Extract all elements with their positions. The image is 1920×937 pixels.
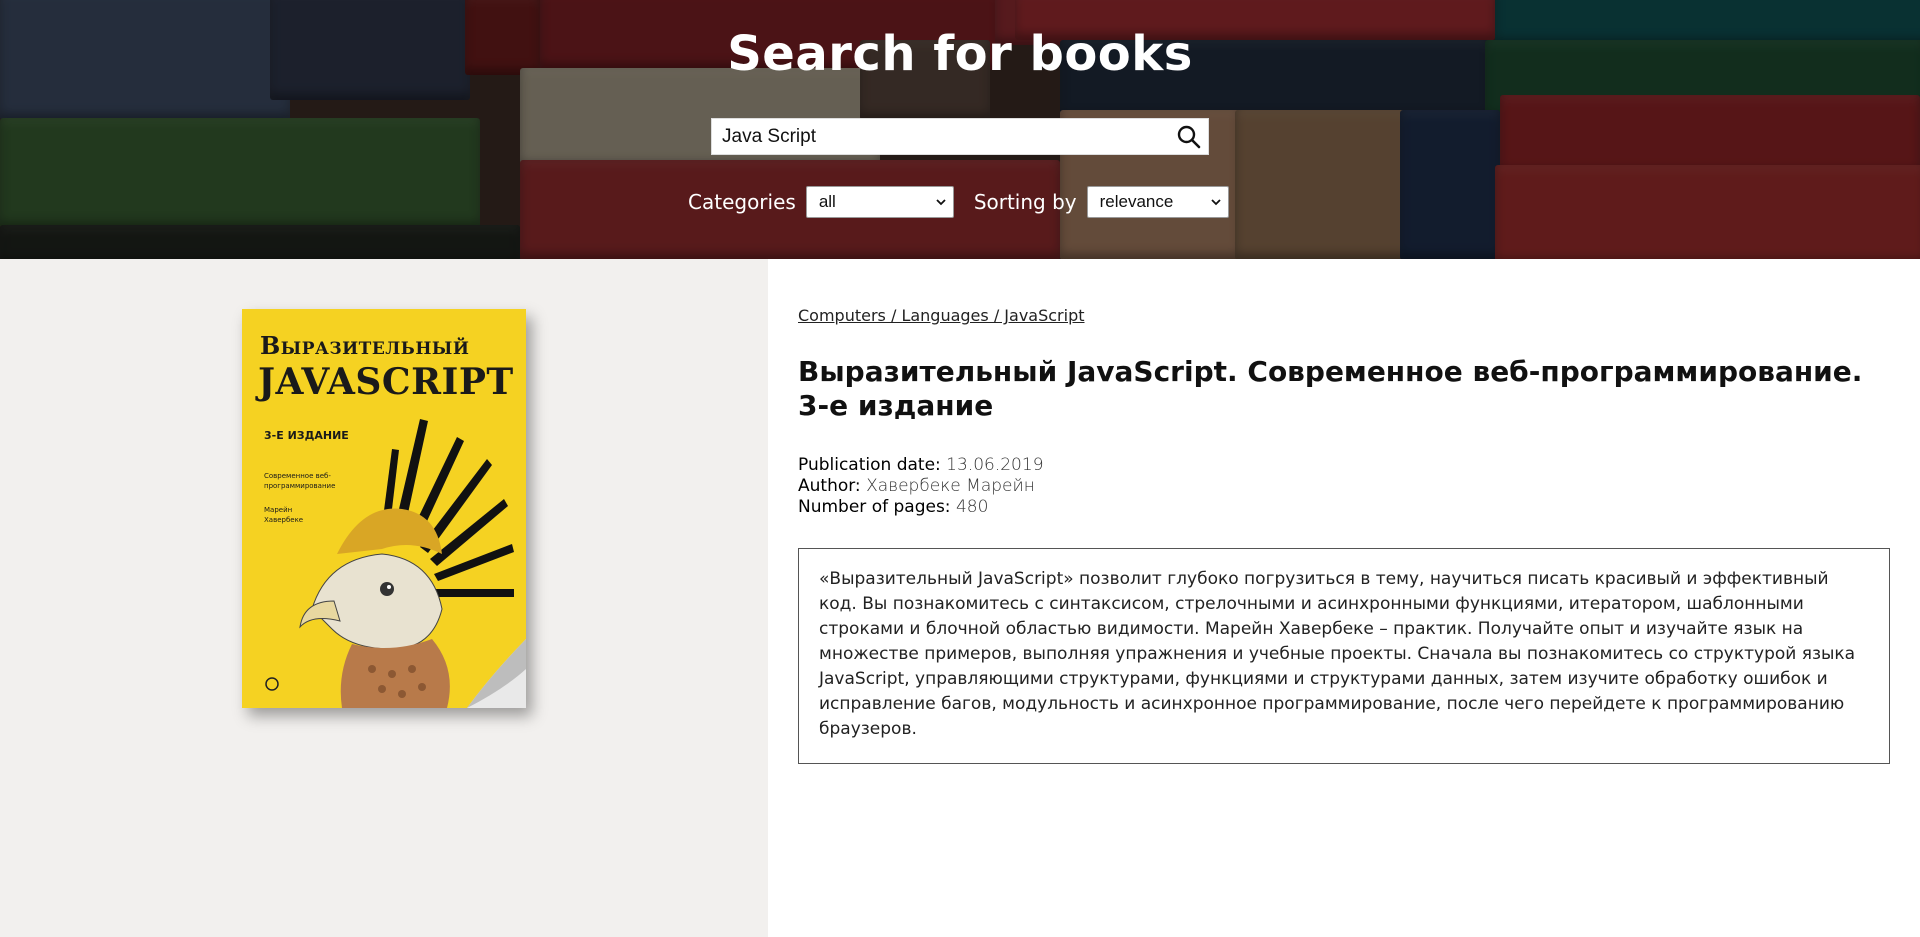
cover-edition: 3-е издание xyxy=(264,429,349,442)
search-input[interactable] xyxy=(712,119,1167,154)
pages-row: Number of pages: 480 xyxy=(798,497,1044,518)
sorting-select[interactable]: relevance xyxy=(1086,186,1229,218)
publication-date-label: Publication date: xyxy=(798,455,947,475)
pages-label: Number of pages: xyxy=(798,497,956,517)
book-meta: Publication date: 13.06.2019 Author: Хав… xyxy=(798,455,1044,518)
sorting-label: Sorting by xyxy=(973,190,1077,214)
cover-pane: Выразительный JavaScript 3-е издание Сов… xyxy=(0,259,768,937)
search-box xyxy=(711,118,1209,155)
chevron-down-icon xyxy=(936,199,946,206)
page-title: Search for books xyxy=(727,26,1193,82)
filters-bar: Categories all Sorting by relevance xyxy=(688,186,1229,218)
category-breadcrumb-link[interactable]: Computers / Languages / JavaScript xyxy=(798,306,1085,325)
search-header: Search for books Categories all Sorting … xyxy=(0,0,1920,259)
author-label: Author: xyxy=(798,476,867,496)
categories-selected-value: all xyxy=(818,192,836,211)
book-cover-image: Выразительный JavaScript 3-е издание Сов… xyxy=(242,309,526,708)
cover-title-line2: JavaScript xyxy=(258,361,514,403)
categories-select[interactable]: all xyxy=(805,186,954,218)
cover-title-line1: Выразительный xyxy=(260,331,470,360)
search-icon[interactable] xyxy=(1176,124,1202,150)
cover-author: Марейн Хавербеке xyxy=(264,506,304,524)
categories-label: Categories xyxy=(688,190,796,214)
sorting-selected-value: relevance xyxy=(1099,192,1174,211)
author-value: Хавербеке Марейн xyxy=(866,476,1035,496)
cover-subtitle: Современное веб-программирование xyxy=(264,472,336,490)
publication-date-row: Publication date: 13.06.2019 xyxy=(798,455,1044,476)
pages-value: 480 xyxy=(955,497,989,517)
chevron-down-icon xyxy=(1210,199,1221,206)
publication-date-value: 13.06.2019 xyxy=(946,455,1044,475)
book-description: «Выразительный JavaScript» позволит глуб… xyxy=(798,548,1890,764)
author-row: Author: Хавербеке Марейн xyxy=(798,476,1044,497)
book-title: Выразительный JavaScript. Современное ве… xyxy=(798,355,1863,422)
